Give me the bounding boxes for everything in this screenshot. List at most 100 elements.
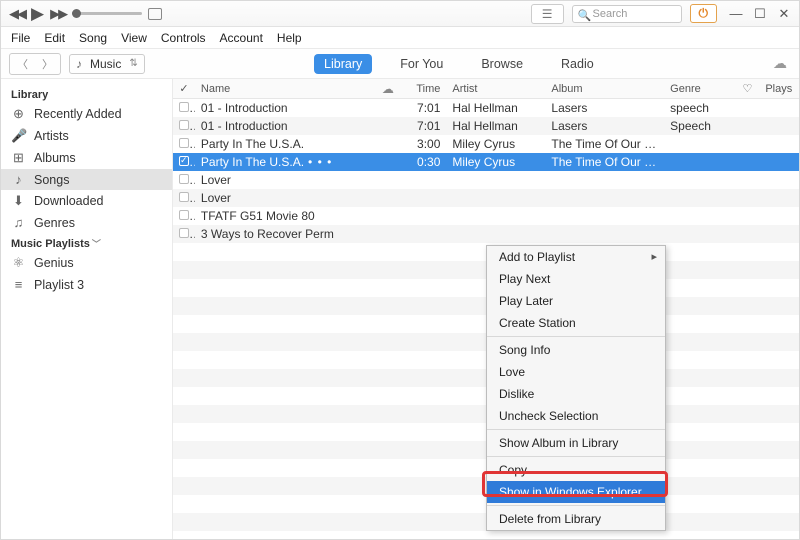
close-button[interactable]: ✕ — [777, 6, 791, 22]
sidebar-item-label: Songs — [34, 173, 69, 187]
tab-browse[interactable]: Browse — [471, 54, 533, 74]
row-checkbox[interactable] — [179, 156, 189, 166]
row-checkbox[interactable] — [179, 228, 189, 238]
sidebar-item-downloaded[interactable]: ⬇ Downloaded — [1, 190, 172, 212]
tab-radio[interactable]: Radio — [551, 54, 604, 74]
sidebar-item-recently-added[interactable]: ⊕Recently Added — [1, 103, 172, 125]
context-item-play-next[interactable]: Play Next — [487, 268, 665, 290]
menu-account[interactable]: Account — [220, 31, 263, 45]
menu-edit[interactable]: Edit — [44, 31, 65, 45]
sidebar-playlist-genius[interactable]: ⚛ Genius — [1, 252, 172, 274]
chevron-down-icon[interactable]: ﹀ — [92, 239, 101, 249]
table-row[interactable]: Lover — [173, 189, 799, 207]
row-checkbox[interactable] — [179, 192, 189, 202]
col-time[interactable]: Time — [403, 83, 447, 95]
cell-name: Lover — [195, 191, 373, 205]
table-row[interactable]: Lover — [173, 171, 799, 189]
context-item-love[interactable]: Love — [487, 361, 665, 383]
chevron-updown-icon: ⇅ — [129, 58, 137, 69]
sidebar-icon: ⚛ — [11, 255, 26, 271]
minimize-button[interactable]: — — [729, 6, 743, 22]
menu-view[interactable]: View — [121, 31, 147, 45]
list-view-button[interactable]: ☰ — [531, 4, 564, 24]
cell-artist: Miley Cyrus — [446, 155, 545, 169]
table-row[interactable]: Party In The U.S.A.3:00Miley CyrusThe Ti… — [173, 135, 799, 153]
sidebar-item-artists[interactable]: 🎤Artists — [1, 125, 172, 147]
player-bar: ◀◀ ▶ ▶▶ ☰ 🔍 Search ⏻ — ☐ ✕ — [1, 1, 799, 27]
sidebar-item-label: Playlist 3 — [34, 278, 84, 292]
sidebar-item-genres[interactable]: ♫Genres — [1, 212, 172, 233]
menu-bar: File Edit Song View Controls Account Help — [1, 27, 799, 49]
sidebar-item-label: Genres — [34, 216, 75, 230]
context-separator — [487, 429, 665, 430]
cell-time: 7:01 — [403, 119, 447, 133]
volume-slider[interactable] — [72, 12, 142, 15]
context-separator — [487, 456, 665, 457]
context-item-show-in-windows-explorer[interactable]: Show in Windows Explorer — [487, 481, 665, 503]
context-item-play-later[interactable]: Play Later — [487, 290, 665, 312]
nav-forward-button[interactable]: 〉 — [35, 54, 60, 74]
col-genre[interactable]: Genre — [664, 83, 735, 95]
menu-file[interactable]: File — [11, 31, 30, 45]
context-item-show-album-in-library[interactable]: Show Album in Library — [487, 432, 665, 454]
icloud-icon[interactable]: ☁ — [773, 55, 787, 72]
play-button[interactable]: ▶ — [31, 4, 44, 24]
context-item-delete-from-library[interactable]: Delete from Library — [487, 508, 665, 530]
sidebar-item-albums[interactable]: ⊞Albums — [1, 147, 172, 169]
context-item-create-station[interactable]: Create Station — [487, 312, 665, 334]
context-item-dislike[interactable]: Dislike — [487, 383, 665, 405]
col-heart-icon[interactable]: ♡ — [735, 82, 759, 95]
context-item-uncheck-selection[interactable]: Uncheck Selection — [487, 405, 665, 427]
row-checkbox[interactable] — [179, 210, 189, 220]
context-item-song-info[interactable]: Song Info — [487, 339, 665, 361]
media-picker[interactable]: ♪ Music ⇅ — [69, 54, 145, 74]
col-name[interactable]: Name — [195, 83, 373, 95]
sidebar-icon: ⬇ — [11, 193, 26, 209]
col-check[interactable]: ✓ — [173, 82, 195, 95]
row-checkbox[interactable] — [179, 120, 189, 130]
col-plays[interactable]: Plays — [759, 83, 799, 95]
col-album[interactable]: Album — [545, 83, 664, 95]
tab-library[interactable]: Library — [314, 54, 372, 74]
cell-time: 7:01 — [403, 101, 447, 115]
table-row[interactable]: TFATF G51 Movie 80 — [173, 207, 799, 225]
music-note-icon: ♪ — [76, 57, 82, 71]
col-cloud-icon[interactable]: ☁ — [373, 82, 403, 96]
sidebar-heading-library: Library — [1, 85, 172, 103]
account-button[interactable]: ⏻ — [690, 4, 718, 23]
sidebar-icon: ⊞ — [11, 150, 26, 166]
tab-for-you[interactable]: For You — [390, 54, 453, 74]
context-menu: Add to PlaylistPlay NextPlay LaterCreate… — [486, 245, 666, 531]
maximize-button[interactable]: ☐ — [753, 6, 767, 22]
sidebar-item-label: Genius — [34, 256, 74, 270]
menu-help[interactable]: Help — [277, 31, 302, 45]
sidebar-item-label: Downloaded — [34, 194, 104, 208]
row-checkbox[interactable] — [179, 138, 189, 148]
menu-song[interactable]: Song — [79, 31, 107, 45]
prev-track-button[interactable]: ◀◀ — [9, 6, 25, 22]
context-item-add-to-playlist[interactable]: Add to Playlist — [487, 246, 665, 268]
col-artist[interactable]: Artist — [446, 83, 545, 95]
sidebar-icon: 🎤 — [11, 128, 26, 144]
sidebar-heading-playlists: Music Playlists﹀ — [1, 233, 172, 252]
sidebar-icon: ≡ — [11, 277, 26, 292]
table-row[interactable]: Party In The U.S.A.• • •0:30Miley CyrusT… — [173, 153, 799, 171]
nav-tabs: Library For You Browse Radio — [145, 54, 773, 74]
menu-controls[interactable]: Controls — [161, 31, 206, 45]
context-item-copy[interactable]: Copy — [487, 459, 665, 481]
next-track-button[interactable]: ▶▶ — [50, 6, 66, 22]
search-input[interactable]: 🔍 Search — [572, 5, 682, 23]
more-icon[interactable]: • • • — [308, 155, 332, 169]
media-picker-label: Music — [90, 57, 121, 71]
row-checkbox[interactable] — [179, 174, 189, 184]
table-row[interactable]: 3 Ways to Recover Perm — [173, 225, 799, 243]
table-row[interactable]: 01 - Introduction7:01Hal HellmanLasersSp… — [173, 117, 799, 135]
nav-back-button[interactable]: 〈 — [10, 54, 35, 74]
sidebar-item-songs[interactable]: ♪Songs — [1, 169, 172, 190]
row-checkbox[interactable] — [179, 102, 189, 112]
airplay-button[interactable] — [148, 8, 162, 20]
table-row[interactable]: 01 - Introduction7:01Hal HellmanLaserssp… — [173, 99, 799, 117]
cell-artist: Miley Cyrus — [446, 137, 545, 151]
cell-artist: Hal Hellman — [446, 101, 545, 115]
sidebar-playlist-playlist-3[interactable]: ≡ Playlist 3 — [1, 274, 172, 295]
